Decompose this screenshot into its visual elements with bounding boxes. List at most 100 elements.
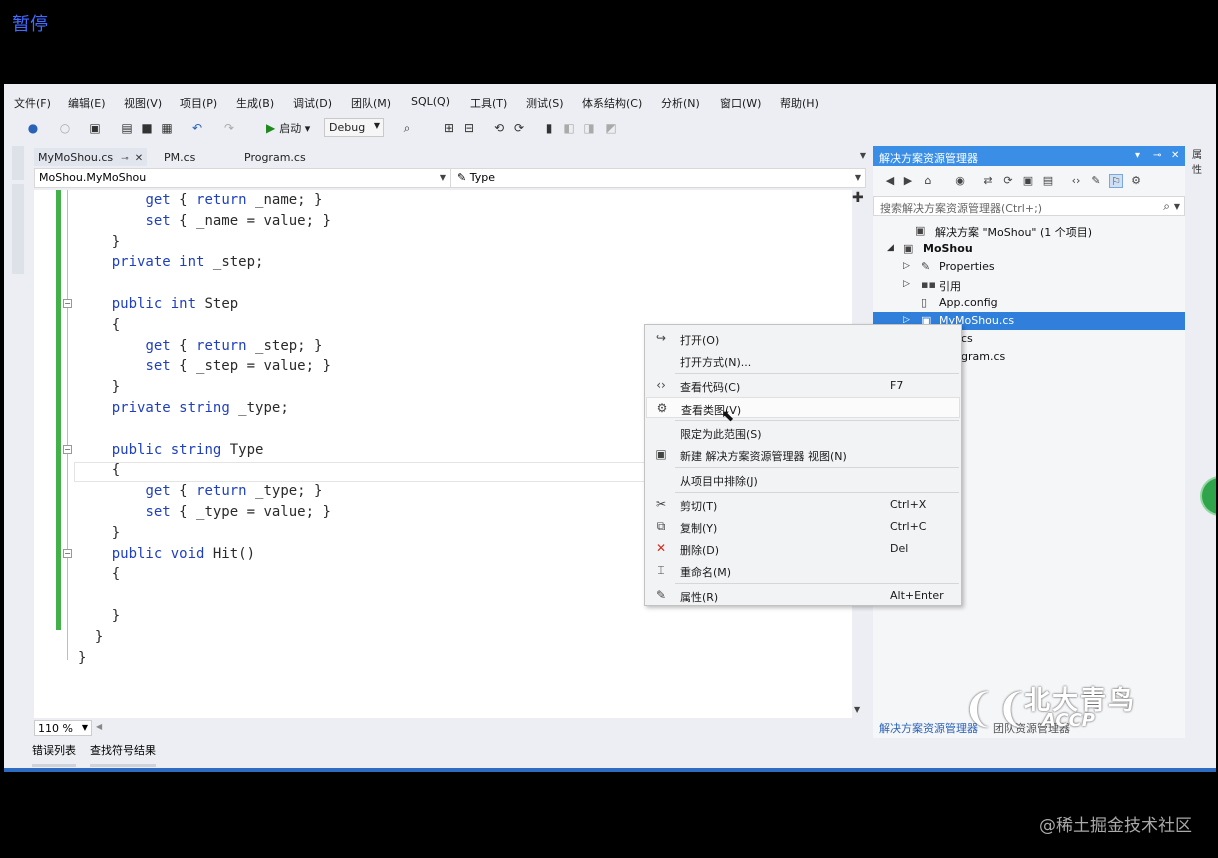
properties-icon: ✎ [655, 588, 667, 602]
member-dropdown[interactable]: ✎ Type ▼ [453, 169, 865, 187]
watermark: @稀土掘金技术社区 [1039, 816, 1192, 836]
back-icon[interactable]: ◀ [883, 174, 897, 188]
collapsed-arrow-icon[interactable]: ▷ [903, 261, 910, 271]
new-project-icon[interactable]: ▣ [88, 121, 102, 135]
bookmark-icon[interactable]: ▮ [542, 121, 556, 135]
menu-project[interactable]: 项目(P) [180, 95, 217, 111]
tab-mymoshou-cs[interactable]: MyMoShou.cs ⊸ ✕ [34, 148, 148, 166]
tree-item-properties[interactable]: ▷ ✎ Properties [873, 258, 1185, 276]
change-tracking-bar [56, 190, 61, 630]
find-in-files-icon[interactable]: ⌕ [400, 121, 414, 135]
open-file-icon[interactable]: ▤ [120, 121, 134, 135]
pending-changes-icon[interactable]: ◉ [953, 174, 967, 188]
tab-error-list[interactable]: 错误列表 [32, 742, 76, 767]
toolbox-tab[interactable] [12, 146, 24, 180]
properties-tab-strip[interactable]: 属性 [1192, 146, 1210, 186]
close-icon[interactable]: ✕ [135, 153, 143, 164]
menu-debug[interactable]: 调试(D) [293, 95, 332, 111]
properties-icon[interactable]: ✎ [1089, 174, 1103, 188]
menu-item-view-class-diagram[interactable]: ⚙ 查看类图(V) [646, 397, 960, 418]
file-icon: ▯ [921, 296, 928, 309]
collapse-icon[interactable]: − [63, 299, 72, 308]
forward-icon[interactable]: ○ [58, 121, 72, 135]
refresh-icon[interactable]: ⟳ [1001, 174, 1015, 188]
menu-item-scope-to-this[interactable]: 限定为此范围(S) [646, 422, 960, 443]
prev-bookmark-icon[interactable]: ◧ [562, 121, 576, 135]
clear-bookmarks-icon[interactable]: ◩ [604, 121, 618, 135]
back-icon[interactable]: ● [26, 121, 40, 135]
tab-pm-cs[interactable]: PM.cs [160, 148, 199, 166]
chevron-down-icon: ▼ [81, 723, 88, 732]
menu-item-cut[interactable]: ✂ 剪切(T) Ctrl+X [646, 494, 960, 515]
pause-link[interactable]: 暂停 [12, 10, 48, 36]
comment-icon[interactable]: ⟲ [492, 121, 506, 135]
menu-analyze[interactable]: 分析(N) [661, 95, 700, 111]
step-into-icon[interactable]: ⊞ [442, 121, 456, 135]
undo-icon[interactable]: ↶ [190, 121, 204, 135]
scroll-left-icon[interactable]: ◀ [96, 722, 102, 731]
tree-item-solution[interactable]: ▣ 解决方案 "MoShou" (1 个项目) [873, 222, 1185, 240]
show-all-files-icon[interactable]: ▤ [1041, 174, 1055, 188]
close-icon[interactable]: ✕ [1171, 150, 1179, 161]
menu-build[interactable]: 生成(B) [236, 95, 274, 111]
tab-program-cs[interactable]: Program.cs [240, 148, 310, 166]
menu-item-new-solution-explorer-view[interactable]: ▣ 新建 解决方案资源管理器 视图(N) [646, 444, 960, 465]
redo-icon[interactable]: ↷ [222, 121, 236, 135]
uncomment-icon[interactable]: ⟳ [512, 121, 526, 135]
scroll-down-icon[interactable]: ▼ [854, 705, 860, 714]
tab-overflow-chevron-icon[interactable]: ▼ [860, 151, 866, 160]
menu-item-copy[interactable]: ⧉ 复制(Y) Ctrl+C [646, 516, 960, 537]
start-debugging-button[interactable]: ▶ 启动 ▾ [266, 120, 310, 136]
forward-icon[interactable]: ▶ [901, 174, 915, 188]
collapse-icon[interactable]: − [63, 445, 72, 454]
sync-icon[interactable]: ⇄ [981, 174, 995, 188]
menu-item-open[interactable]: ↪ 打开(O) [646, 328, 960, 349]
menu-item-properties[interactable]: ✎ 属性(R) Alt+Enter [646, 585, 960, 606]
menu-view[interactable]: 视图(V) [124, 95, 162, 111]
tree-item-app-config[interactable]: ▯ App.config [873, 294, 1185, 312]
menu-architecture[interactable]: 体系结构(C) [582, 95, 642, 111]
step-over-icon[interactable]: ⊟ [462, 121, 476, 135]
menu-item-open-with[interactable]: 打开方式(N)... [646, 350, 960, 371]
type-dropdown[interactable]: MoShou.MyMoShou ▼ [35, 169, 451, 187]
menu-item-exclude-from-project[interactable]: 从项目中排除(J) [646, 469, 960, 490]
new-view-icon: ▣ [655, 447, 667, 461]
save-icon[interactable]: ■ [140, 121, 154, 135]
menu-item-delete[interactable]: ✕ 删除(D) Del [646, 538, 960, 559]
class-view-icon[interactable]: ⚙ [1129, 174, 1143, 188]
save-all-icon[interactable]: ▦ [160, 121, 174, 135]
collapse-icon[interactable]: − [63, 549, 72, 558]
tree-item-project[interactable]: ◢ ▣ MoShou [873, 240, 1185, 258]
menu-edit[interactable]: 编辑(E) [68, 95, 106, 111]
split-icon[interactable]: ✚ [852, 190, 864, 206]
collapse-all-icon[interactable]: ▣ [1021, 174, 1035, 188]
chevron-down-icon[interactable]: ▼ [1174, 202, 1180, 211]
menu-item-rename[interactable]: ⌶ 重命名(M) [646, 560, 960, 581]
menu-window[interactable]: 窗口(W) [720, 95, 761, 111]
server-explorer-tab[interactable] [12, 184, 24, 274]
menu-tools[interactable]: 工具(T) [470, 95, 507, 111]
floating-badge[interactable] [1200, 476, 1216, 516]
view-code-icon[interactable]: ‹› [1069, 174, 1083, 188]
preview-icon[interactable]: ⚐ [1109, 174, 1123, 188]
tree-item-references[interactable]: ▷ ▪▪ 引用 [873, 276, 1185, 294]
zoom-dropdown[interactable]: 110 % ▼ [34, 720, 92, 736]
window-position-icon[interactable]: ▾ [1135, 150, 1140, 161]
outline-guide [67, 190, 68, 660]
pin-icon[interactable]: ⊸ [1153, 150, 1161, 161]
menu-file[interactable]: 文件(F) [14, 95, 51, 111]
menu-test[interactable]: 测试(S) [526, 95, 564, 111]
solution-configuration-dropdown[interactable]: Debug ▼ [324, 118, 384, 137]
next-bookmark-icon[interactable]: ◨ [582, 121, 596, 135]
collapsed-arrow-icon[interactable]: ▷ [903, 279, 910, 289]
pin-icon[interactable]: ⊸ [121, 154, 129, 164]
menu-sql[interactable]: SQL(Q) [411, 95, 450, 108]
left-tool-window-strip[interactable] [12, 146, 28, 286]
tab-find-symbol-results[interactable]: 查找符号结果 [90, 742, 156, 767]
menu-item-view-code[interactable]: ‹› 查看代码(C) F7 [646, 375, 960, 396]
home-icon[interactable]: ⌂ [921, 174, 935, 188]
menu-help[interactable]: 帮助(H) [780, 95, 819, 111]
solution-explorer-search-input[interactable]: 搜索解决方案资源管理器(Ctrl+;) ⌕ ▼ [873, 196, 1185, 216]
expanded-arrow-icon[interactable]: ◢ [887, 243, 894, 253]
menu-team[interactable]: 团队(M) [351, 95, 391, 111]
